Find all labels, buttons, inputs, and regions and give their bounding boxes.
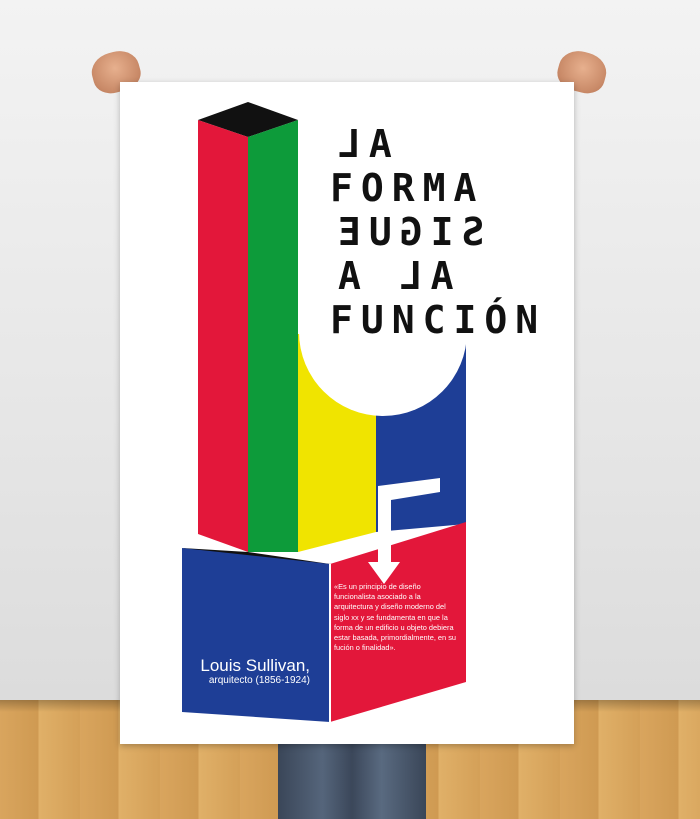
headline-line-4: AL A (330, 254, 454, 298)
author-name: Louis Sullivan, (200, 656, 310, 675)
author-role: arquitecto (1856-1924) (208, 675, 310, 686)
headline-line-3: SIGUE (330, 210, 485, 254)
sullivan-quote: «Es un principio de diseño funcionalista… (334, 582, 457, 653)
column-red-face (198, 120, 248, 552)
headline-line-1: AL (330, 122, 392, 166)
base-blue-face (182, 548, 330, 722)
author-credit: Louis Sullivan, arquitecto (1856-1924) (178, 656, 310, 687)
column-green-face (248, 120, 298, 552)
person-jeans (278, 740, 426, 819)
headline-line-2: FORMA (330, 166, 485, 210)
headline-line-5: FUNCIÓN (330, 298, 547, 342)
headline: AL FORMA SIGUE AL A FUNCIÓN (330, 122, 540, 342)
poster: AL FORMA SIGUE AL A FUNCIÓN «Es un princ… (120, 82, 574, 744)
